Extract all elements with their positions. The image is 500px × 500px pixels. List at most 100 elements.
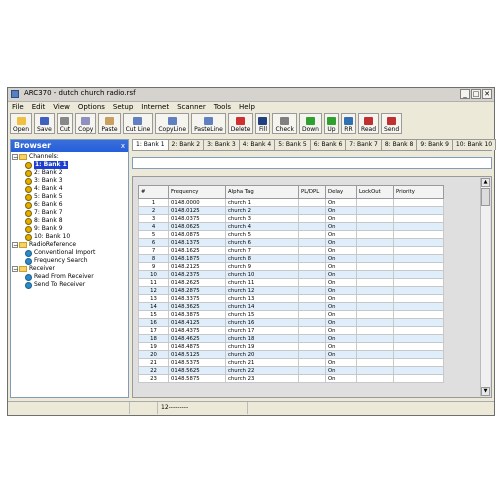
grid-cell[interactable]: 0148.0125 xyxy=(168,206,226,215)
grid-cell[interactable] xyxy=(356,366,394,375)
tree-frequency-search[interactable]: Frequency Search xyxy=(11,257,128,265)
paste-button[interactable]: Paste xyxy=(98,113,121,134)
radioref-expander[interactable]: − xyxy=(12,242,18,249)
grid-cell[interactable]: church 7 xyxy=(225,246,299,255)
grid-cell[interactable]: On xyxy=(325,278,357,287)
grid-cell[interactable]: 0148.5875 xyxy=(168,374,226,383)
grid-header-cell[interactable]: # xyxy=(138,185,169,199)
grid-cell[interactable]: church 21 xyxy=(225,358,299,367)
grid-cell[interactable]: On xyxy=(325,326,357,335)
read-button[interactable]: Read xyxy=(357,113,380,134)
grid-cell[interactable] xyxy=(298,262,326,271)
grid-cell[interactable] xyxy=(298,358,326,367)
tab-bank-9[interactable]: 9: Bank 9 xyxy=(416,139,453,150)
grid-cell[interactable] xyxy=(393,318,444,327)
scroll-thumb[interactable] xyxy=(481,188,490,206)
grid-cell[interactable]: On xyxy=(325,302,357,311)
tab-bank-2[interactable]: 2: Bank 2 xyxy=(167,139,205,150)
maximize-button[interactable]: □ xyxy=(471,89,481,99)
grid-cell[interactable]: On xyxy=(325,222,357,231)
grid-cell[interactable]: On xyxy=(325,230,357,239)
grid-cell[interactable]: 0148.0375 xyxy=(168,214,226,223)
grid-cell[interactable]: 21 xyxy=(138,358,169,367)
grid-cell[interactable]: On xyxy=(325,262,357,271)
grid-cell[interactable] xyxy=(298,342,326,351)
grid-cell[interactable]: 16 xyxy=(138,318,169,327)
grid-cell[interactable] xyxy=(393,214,444,223)
cutline-button[interactable]: Cut Line xyxy=(122,113,154,134)
browser-close-button[interactable]: x xyxy=(121,140,125,152)
grid-cell[interactable] xyxy=(356,254,394,263)
grid-cell[interactable]: church 8 xyxy=(225,254,299,263)
grid-cell[interactable]: On xyxy=(325,358,357,367)
tab-bank-7[interactable]: 7: Bank 7 xyxy=(345,139,382,150)
grid-cell[interactable]: 0148.2875 xyxy=(168,286,226,295)
table-row[interactable]: 19 0148.4875 church 19 On xyxy=(138,342,444,351)
grid-cell[interactable]: 22 xyxy=(138,366,169,375)
grid-cell[interactable] xyxy=(356,214,394,223)
grid-cell[interactable]: church 5 xyxy=(225,230,299,239)
grid-cell[interactable] xyxy=(356,262,394,271)
grid-cell[interactable]: 0148.1625 xyxy=(168,246,226,255)
menu-internet[interactable]: Internet xyxy=(137,102,173,113)
grid-cell[interactable]: On xyxy=(325,214,357,223)
table-row[interactable]: 12 0148.2875 church 12 On xyxy=(138,286,444,295)
menu-setup[interactable]: Setup xyxy=(109,102,137,113)
tab-bank-10[interactable]: 10: Bank 10 xyxy=(451,139,497,150)
pasteline-button[interactable]: PasteLine xyxy=(191,113,226,134)
grid-cell[interactable]: 18 xyxy=(138,334,169,343)
grid-cell[interactable] xyxy=(393,270,444,279)
tree-bank-7[interactable]: 7: Bank 7 xyxy=(11,209,128,217)
table-row[interactable]: 14 0148.3625 church 14 On xyxy=(138,302,444,311)
table-row[interactable]: 16 0148.4125 church 16 On xyxy=(138,318,444,327)
grid-cell[interactable] xyxy=(298,254,326,263)
grid-cell[interactable]: On xyxy=(325,294,357,303)
grid-cell[interactable] xyxy=(356,270,394,279)
grid-cell[interactable]: 0148.1375 xyxy=(168,238,226,247)
grid-cell[interactable]: 5 xyxy=(138,230,169,239)
grid-cell[interactable] xyxy=(298,310,326,319)
tree-channels[interactable]: − Channels: xyxy=(11,153,128,161)
grid-cell[interactable]: church 17 xyxy=(225,326,299,335)
grid-cell[interactable] xyxy=(298,238,326,247)
grid-cell[interactable]: On xyxy=(325,286,357,295)
grid-header-cell[interactable]: Alpha Tag xyxy=(225,185,299,199)
delete-button[interactable]: Delete xyxy=(227,113,254,134)
grid-cell[interactable]: On xyxy=(325,374,357,383)
grid-cell[interactable] xyxy=(356,286,394,295)
grid-cell[interactable]: church 12 xyxy=(225,286,299,295)
grid-cell[interactable] xyxy=(356,350,394,359)
grid-cell[interactable] xyxy=(393,334,444,343)
grid-cell[interactable]: church 13 xyxy=(225,294,299,303)
grid-cell[interactable]: church 19 xyxy=(225,342,299,351)
table-row[interactable]: 3 0148.0375 church 3 On xyxy=(138,214,444,223)
grid-cell[interactable]: 0148.1875 xyxy=(168,254,226,263)
grid-cell[interactable]: On xyxy=(325,246,357,255)
grid-cell[interactable]: 0148.3875 xyxy=(168,310,226,319)
grid-cell[interactable]: 0148.3375 xyxy=(168,294,226,303)
tree-bank-9[interactable]: 9: Bank 9 xyxy=(11,225,128,233)
tab-bank-4[interactable]: 4: Bank 4 xyxy=(238,139,276,150)
grid-cell[interactable]: church 18 xyxy=(225,334,299,343)
tree-read-from-receiver[interactable]: Read From Receiver xyxy=(11,273,128,281)
grid-cell[interactable] xyxy=(393,358,444,367)
save-button[interactable]: Save xyxy=(34,113,55,134)
grid-cell[interactable] xyxy=(298,278,326,287)
grid-cell[interactable]: 0148.4125 xyxy=(168,318,226,327)
grid-cell[interactable] xyxy=(298,294,326,303)
grid-cell[interactable]: 6 xyxy=(138,238,169,247)
table-row[interactable]: 21 0148.5375 church 21 On xyxy=(138,358,444,367)
grid-cell[interactable]: church 9 xyxy=(225,262,299,271)
scroll-down-button[interactable]: ▼ xyxy=(481,387,490,396)
grid-cell[interactable]: church 3 xyxy=(225,214,299,223)
grid-cell[interactable] xyxy=(356,294,394,303)
tree-bank-1[interactable]: 1: Bank 1 xyxy=(11,161,128,169)
grid-cell[interactable] xyxy=(298,198,326,207)
grid-cell[interactable]: On xyxy=(325,366,357,375)
table-row[interactable]: 9 0148.2125 church 9 On xyxy=(138,262,444,271)
grid-cell[interactable] xyxy=(298,366,326,375)
grid-cell[interactable] xyxy=(356,206,394,215)
tree-bank-5[interactable]: 5: Bank 5 xyxy=(11,193,128,201)
table-row[interactable]: 15 0148.3875 church 15 On xyxy=(138,310,444,319)
grid-cell[interactable] xyxy=(393,326,444,335)
